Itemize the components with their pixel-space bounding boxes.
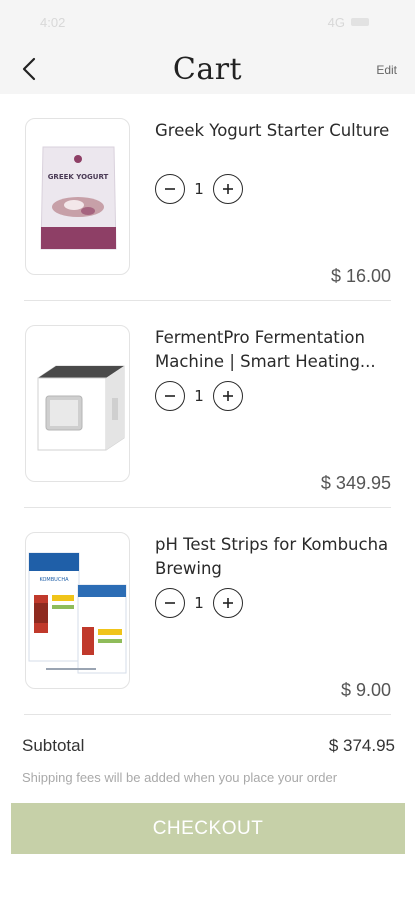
quantity-value: 1 <box>194 594 204 612</box>
product-name[interactable]: Greek Yogurt Starter Culture <box>155 119 395 167</box>
page-title: Cart <box>172 52 243 87</box>
item-divider <box>24 714 391 715</box>
header: Cart Edit <box>0 44 415 94</box>
subtotal-label: Subtotal <box>22 736 85 755</box>
quantity-value: 1 <box>194 387 204 405</box>
status-time: 4:02 <box>40 14 66 30</box>
quantity-stepper: 1 <box>155 381 243 411</box>
product-price: $ 9.00 <box>340 680 391 700</box>
quantity-stepper: 1 <box>155 174 243 204</box>
battery-icon <box>351 18 369 26</box>
fermentation-machine-image <box>37 365 125 451</box>
subtotal-row: Subtotal $ 374.95 <box>22 736 395 756</box>
network-label: 4G <box>327 14 345 30</box>
checkout-button[interactable]: CHECKOUT <box>11 803 405 854</box>
quantity-stepper: 1 <box>155 588 243 618</box>
increase-quantity-button[interactable] <box>213 588 243 618</box>
product-image[interactable]: KOMBUCHA <box>25 532 130 689</box>
product-price: $ 349.95 <box>320 473 391 493</box>
minus-icon <box>165 602 175 604</box>
decrease-quantity-button[interactable] <box>155 381 185 411</box>
cart-list: GREEK YOGURT Greek Yogurt Starter Cultur… <box>0 94 415 715</box>
increase-quantity-button[interactable] <box>213 381 243 411</box>
edit-button[interactable]: Edit <box>376 63 397 77</box>
quantity-value: 1 <box>194 180 204 198</box>
status-indicators: 4G <box>328 15 369 30</box>
minus-icon <box>165 395 175 397</box>
product-name[interactable]: pH Test Strips for Kombucha Brewing <box>155 533 395 581</box>
product-image-label: GREEK YOGURT <box>48 173 109 181</box>
product-name[interactable]: FermentPro Fermentation Machine | Smart … <box>155 326 395 374</box>
decrease-quantity-button[interactable] <box>155 588 185 618</box>
product-price: $ 16.00 <box>330 266 391 286</box>
product-image-label: KOMBUCHA <box>39 577 69 583</box>
decrease-quantity-button[interactable] <box>155 174 185 204</box>
product-image[interactable] <box>25 325 130 482</box>
cart-item: KOMBUCHA pH Test Strips for Kombucha Bre… <box>0 508 415 715</box>
plus-icon <box>223 184 233 194</box>
cart-item: FermentPro Fermentation Machine | Smart … <box>0 301 415 508</box>
subtotal-value: $ 374.95 <box>328 736 395 755</box>
cart-item: GREEK YOGURT Greek Yogurt Starter Cultur… <box>0 94 415 301</box>
test-strips-image: KOMBUCHA <box>28 552 127 674</box>
increase-quantity-button[interactable] <box>213 174 243 204</box>
status-bar: 4:02 4G <box>0 0 415 44</box>
plus-icon <box>223 391 233 401</box>
yogurt-pouch-image: GREEK YOGURT <box>40 146 117 250</box>
minus-icon <box>165 188 175 190</box>
plus-icon <box>223 598 233 608</box>
shipping-note: Shipping fees will be added when you pla… <box>22 770 338 785</box>
product-image[interactable]: GREEK YOGURT <box>25 118 130 275</box>
